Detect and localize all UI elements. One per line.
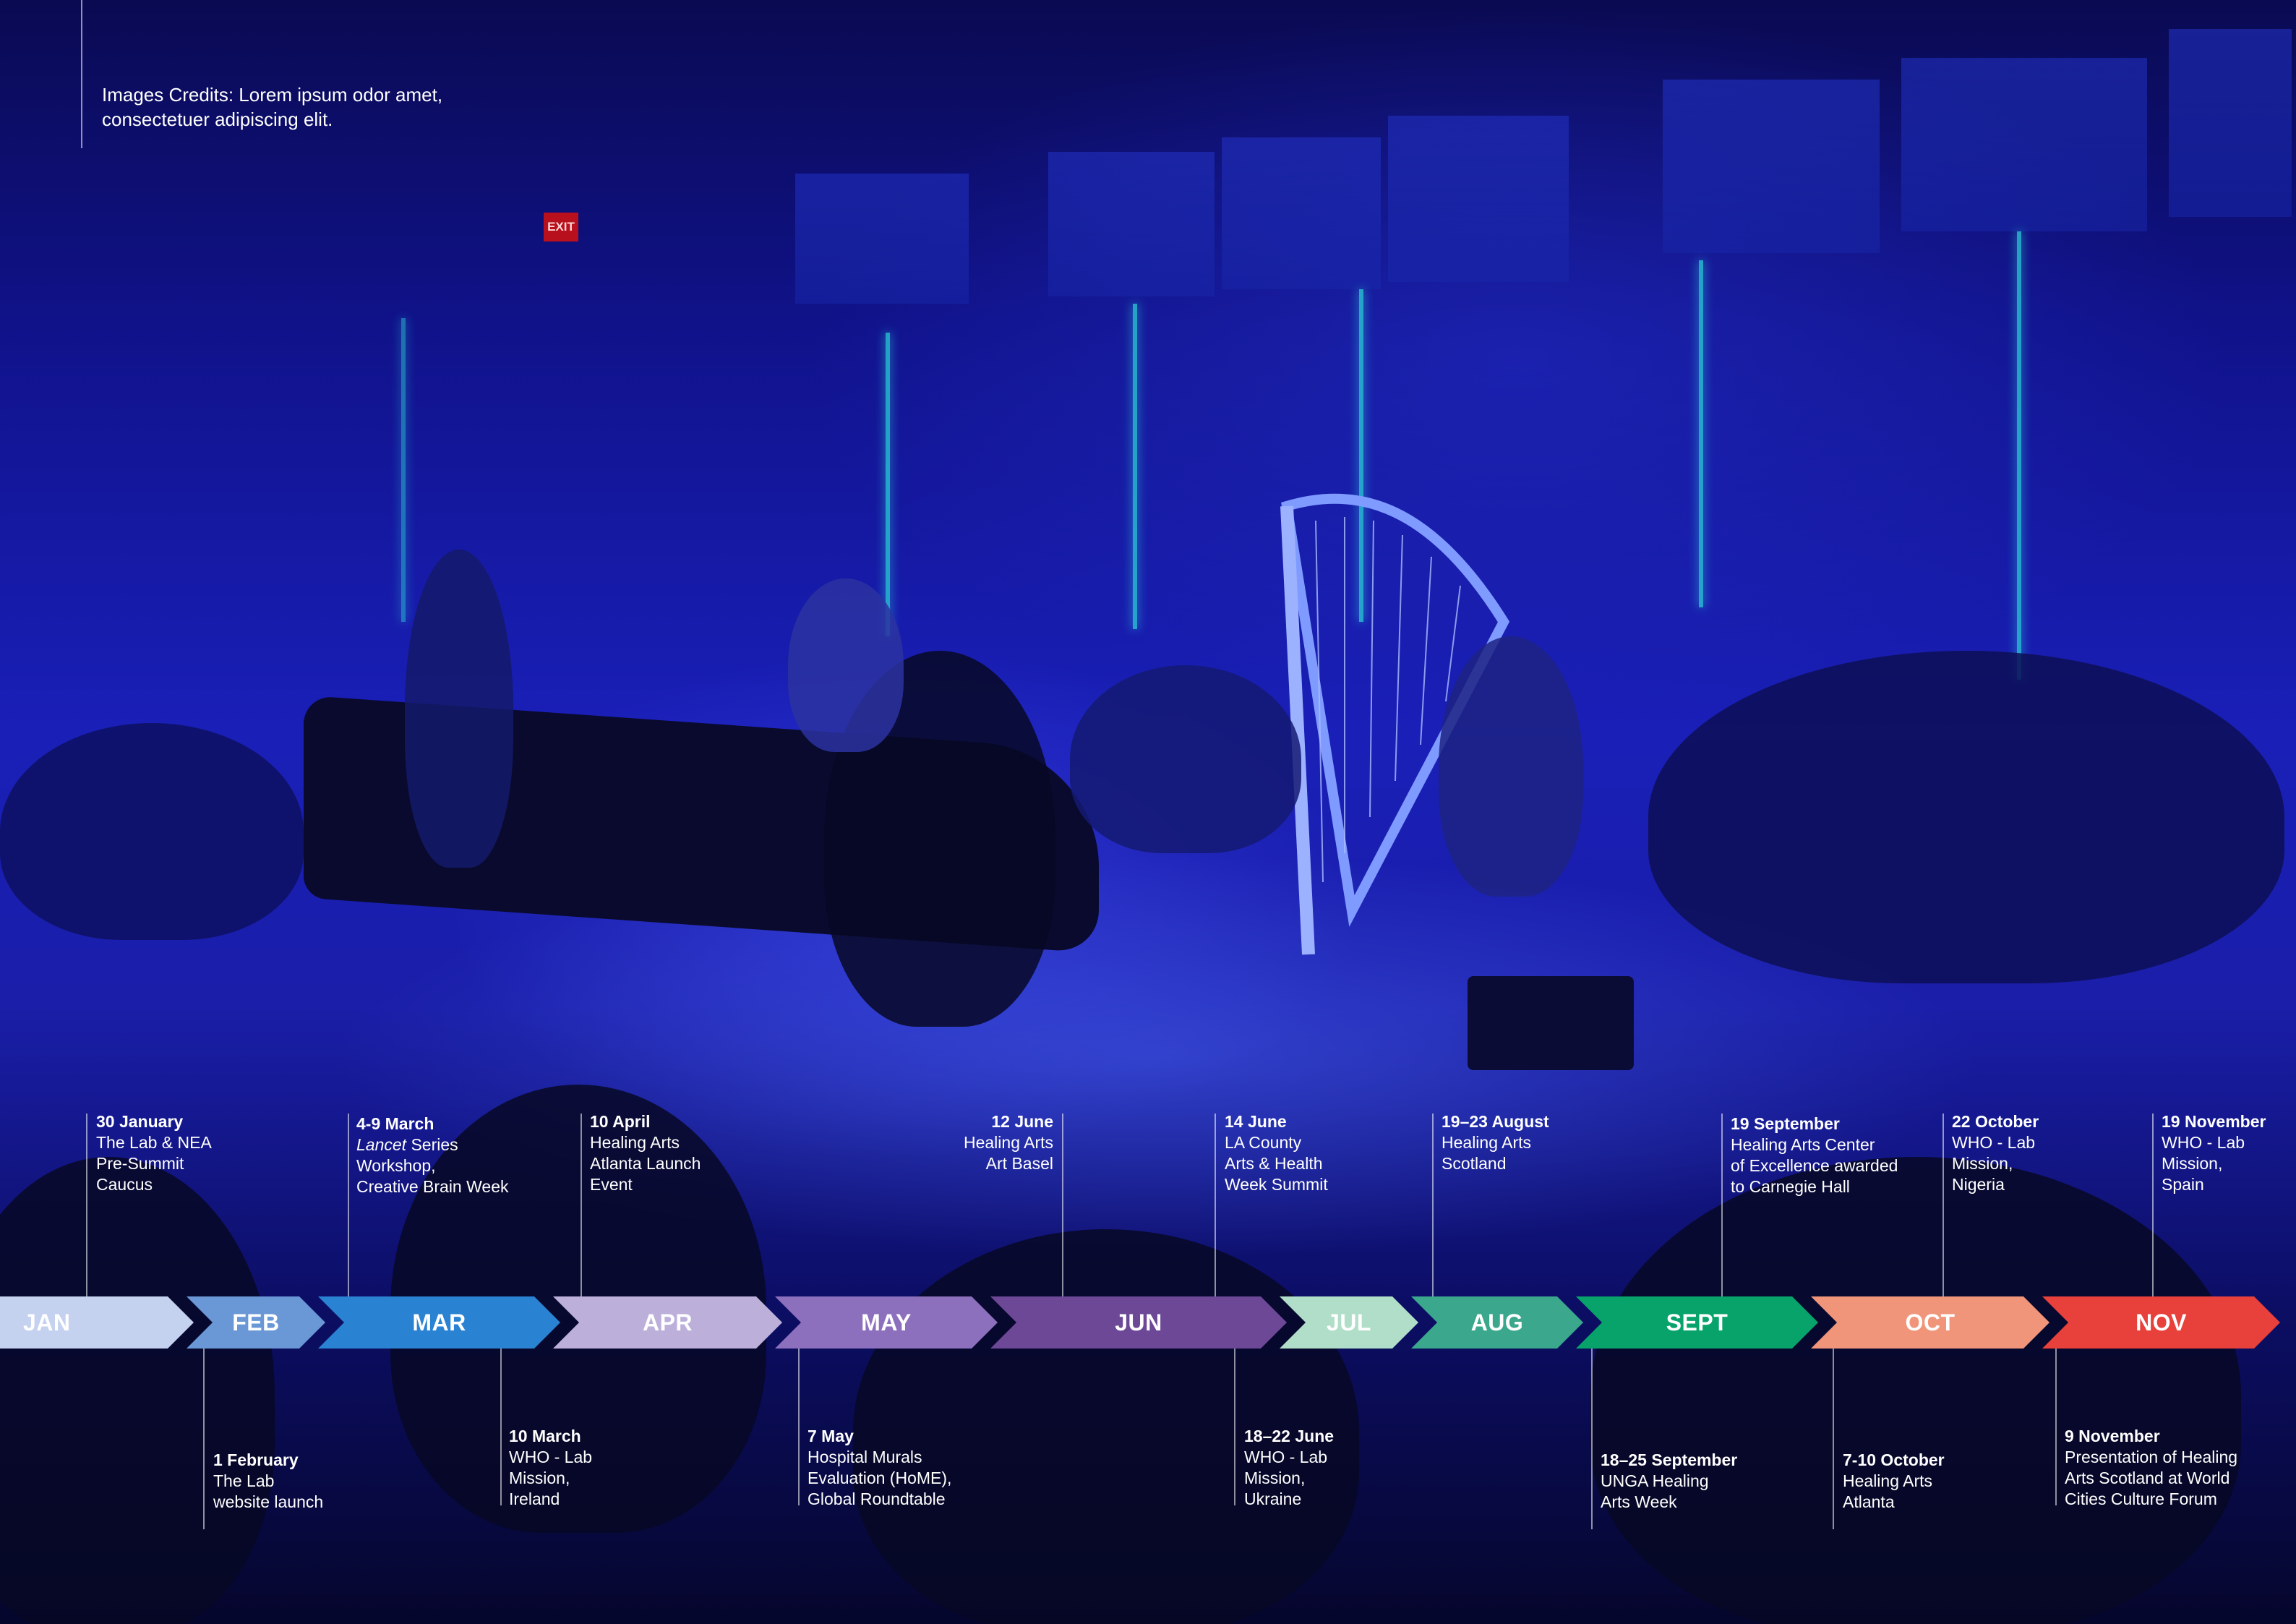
singer-silhouette <box>788 578 904 752</box>
timeline-event: 19 November WHO - Lab Mission, Spain <box>2162 1111 2266 1195</box>
image-credits: Images Credits: Lorem ipsum odor amet, c… <box>102 84 443 130</box>
event-date: 4-9 March <box>356 1114 434 1133</box>
event-description: Healing Arts Atlanta Launch Event <box>590 1133 701 1194</box>
event-leader-line <box>1591 1349 1593 1529</box>
event-date: 9 November <box>2065 1427 2160 1445</box>
event-leader-line <box>2055 1349 2057 1505</box>
event-date: 19 September <box>1731 1114 1840 1133</box>
cyan-light-beam <box>886 333 890 636</box>
event-description: WHO - Lab Mission, Ukraine <box>1244 1448 1328 1508</box>
event-date: 12 June <box>991 1112 1053 1131</box>
timeline-event: 9 November Presentation of Healing Arts S… <box>2065 1426 2237 1510</box>
event-leader-line <box>1721 1114 1723 1296</box>
month-arrow-jun: JUN <box>990 1296 1287 1349</box>
concert-photo-background: EXIT Images Credits: Lorem ipsum odor am… <box>0 0 2296 1624</box>
event-leader-line <box>581 1114 582 1296</box>
ceiling-panel <box>2169 29 2292 217</box>
audience-silhouette <box>1648 651 2284 983</box>
event-description: The Lab website launch <box>213 1471 324 1511</box>
timeline-event: 14 June LA County Arts & Health Week Summ… <box>1225 1111 1328 1195</box>
event-italic-title: Lancet <box>356 1135 407 1154</box>
month-arrow-sept: SEPT <box>1576 1296 1818 1349</box>
event-date: 19–23 August <box>1442 1112 1549 1131</box>
timeline-event: 19 September Healing Arts Center of Excel… <box>1731 1114 1898 1197</box>
event-description: UNGA Healing Arts Week <box>1601 1471 1709 1511</box>
event-date: 22 October <box>1952 1112 2039 1131</box>
timeline-event: 18–22 June WHO - Lab Mission, Ukraine <box>1244 1426 1334 1510</box>
event-description: LA County Arts & Health Week Summit <box>1225 1133 1328 1194</box>
harpist-silhouette <box>1439 636 1583 897</box>
cyan-light-beam <box>401 318 406 622</box>
month-arrow-aug: AUG <box>1411 1296 1583 1349</box>
audience-silhouette <box>0 723 304 940</box>
timeline-event: 10 March WHO - Lab Mission, Ireland <box>509 1426 592 1510</box>
ceiling-panel <box>1901 58 2147 231</box>
event-leader-line <box>1234 1349 1235 1505</box>
cyan-light-beam <box>2017 231 2021 680</box>
event-date: 10 April <box>590 1112 651 1131</box>
timeline-event: 18–25 September UNGA Healing Arts Week <box>1601 1450 1737 1513</box>
event-description: WHO - Lab Mission, Spain <box>2162 1133 2245 1194</box>
event-leader-line <box>1942 1114 1944 1296</box>
month-arrow-may: MAY <box>775 1296 998 1349</box>
ceiling-panel <box>1222 137 1381 289</box>
month-arrow-nov: NOV <box>2042 1296 2280 1349</box>
timeline-event: 7 May Hospital Murals Evaluation (HoME), … <box>808 1426 951 1510</box>
event-description: Healing Arts Scotland <box>1442 1133 1532 1173</box>
event-leader-line <box>1215 1114 1216 1296</box>
audience-silhouette <box>1070 665 1301 853</box>
event-description: Presentation of Healing Arts Scotland at… <box>2065 1448 2238 1508</box>
event-leader-line <box>348 1114 349 1296</box>
event-date: 7-10 October <box>1843 1450 1945 1469</box>
month-arrow-jan: JAN <box>0 1296 194 1349</box>
timeline-event: 22 October WHO - Lab Mission, Nigeria <box>1952 1111 2039 1195</box>
stage-speaker <box>1468 976 1634 1070</box>
ceiling-panel <box>1048 152 1215 296</box>
event-date: 19 November <box>2162 1112 2266 1131</box>
credit-rule <box>81 0 82 148</box>
timeline-event: 19–23 August Healing Arts Scotland <box>1442 1111 1549 1174</box>
event-description: The Lab & NEA Pre-Summit Caucus <box>96 1133 212 1194</box>
foreground-audience-silhouette <box>1590 1157 2241 1624</box>
event-date: 1 February <box>213 1450 299 1469</box>
event-leader-line <box>2152 1114 2154 1296</box>
event-date: 7 May <box>808 1427 854 1445</box>
foreground-audience-silhouette <box>0 1157 275 1624</box>
event-leader-line <box>203 1349 205 1529</box>
event-leader-line <box>86 1114 87 1296</box>
timeline-event: 4-9 March Lancet Series Workshop, Creativ… <box>356 1114 509 1197</box>
event-date: 10 March <box>509 1427 581 1445</box>
ceiling-panel <box>1663 80 1880 253</box>
timeline-event: 30 January The Lab & NEA Pre-Summit Caucu… <box>96 1111 212 1195</box>
cyan-light-beam <box>1133 304 1137 629</box>
event-date: 30 January <box>96 1112 184 1131</box>
event-description: WHO - Lab Mission, Nigeria <box>1952 1133 2036 1194</box>
event-date: 14 June <box>1225 1112 1287 1131</box>
month-arrow-apr: APR <box>553 1296 782 1349</box>
event-leader-line <box>1833 1349 1834 1529</box>
event-leader-line <box>1432 1114 1434 1296</box>
timeline-event: 10 April Healing Arts Atlanta Launch Even… <box>590 1111 701 1195</box>
event-description: Hospital Murals Evaluation (HoME), Globa… <box>808 1448 952 1508</box>
ceiling-panel <box>795 174 969 304</box>
event-date: 18–25 September <box>1601 1450 1738 1469</box>
timeline-event: 1 February The Lab website launch <box>213 1450 323 1513</box>
timeline-event: 12 June Healing Arts Art Basel <box>964 1111 1053 1174</box>
month-arrow-oct: OCT <box>1811 1296 2049 1349</box>
exit-sign: EXIT <box>544 213 578 242</box>
cyan-light-beam <box>1699 260 1703 607</box>
event-description: Healing Arts Center of Excellence awarde… <box>1731 1135 1898 1196</box>
event-leader-line <box>798 1349 800 1505</box>
event-description: Lancet Series Workshop, Creative Brain W… <box>356 1134 509 1197</box>
event-description: WHO - Lab Mission, Ireland <box>509 1448 593 1508</box>
month-arrow-mar: MAR <box>318 1296 560 1349</box>
event-description: Healing Arts Art Basel <box>963 1133 1053 1173</box>
event-description: Healing Arts Atlanta <box>1843 1471 1933 1511</box>
timeline-event: 7-10 October Healing Arts Atlanta <box>1843 1450 1945 1513</box>
ceiling-panel <box>1388 116 1569 282</box>
event-leader-line <box>1062 1114 1063 1296</box>
event-leader-line <box>500 1349 502 1505</box>
standing-performer-silhouette <box>405 550 513 868</box>
event-date: 18–22 June <box>1244 1427 1335 1445</box>
